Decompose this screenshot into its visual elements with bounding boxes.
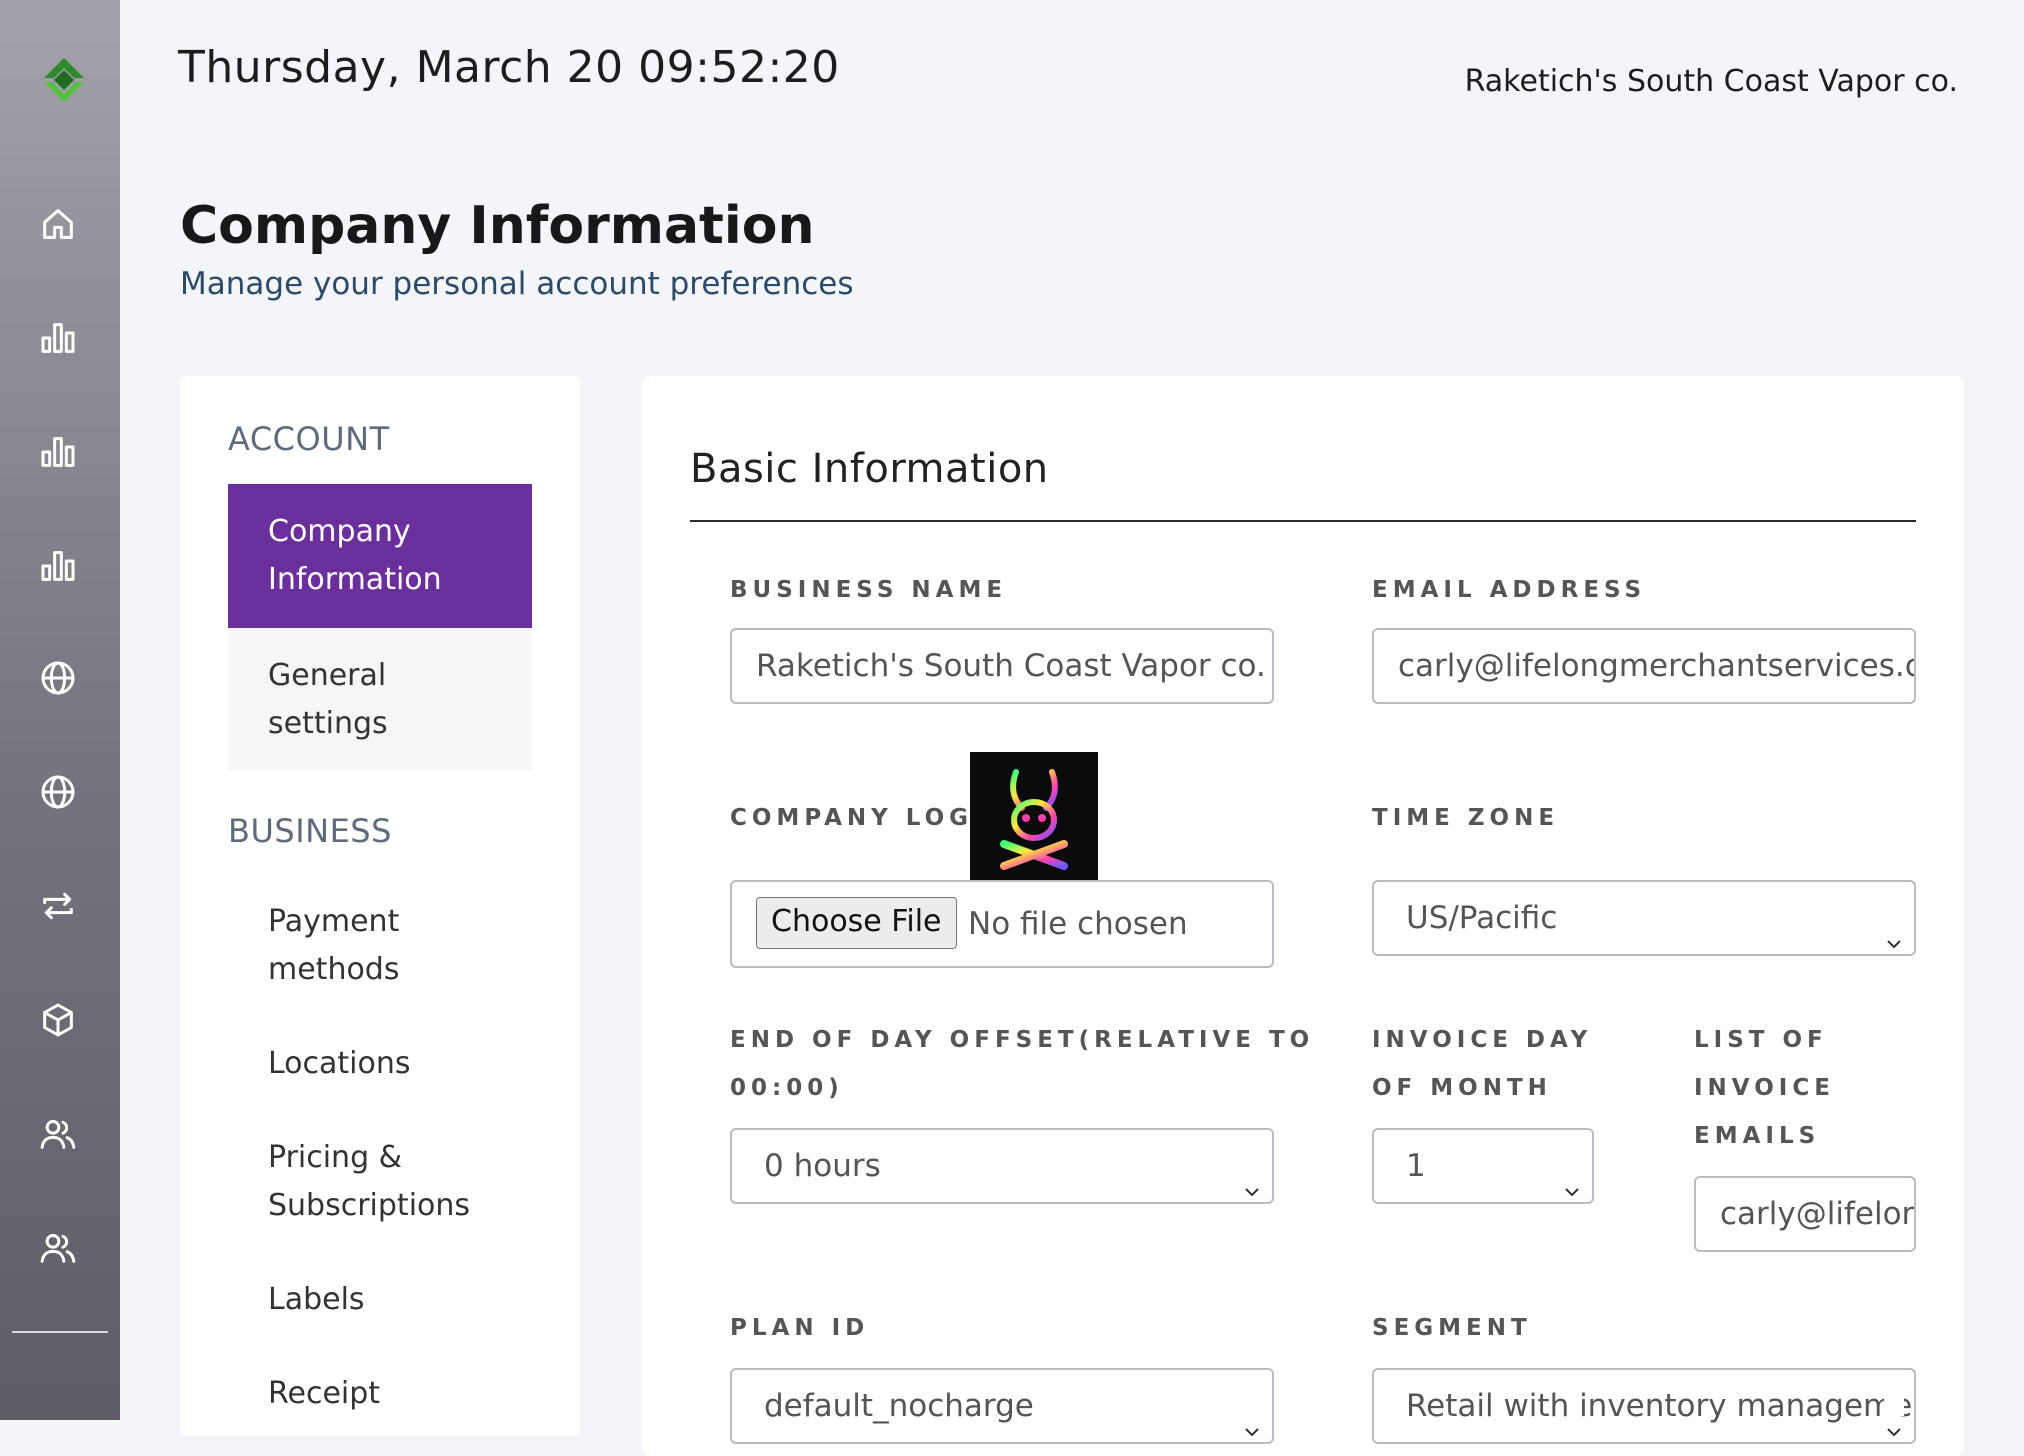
settings-nav: ACCOUNT Company Information General sett… [180,376,580,1436]
time-zone-select[interactable]: US/Pacific [1372,880,1916,956]
globe-icon[interactable] [36,656,80,700]
nav-item-company-information[interactable]: Company Information [228,484,532,628]
nav-item-label: General [268,658,387,693]
email-address-input[interactable]: carly@lifelongmerchantservices.com [1372,628,1916,704]
home-icon[interactable] [36,202,80,246]
end-of-day-offset-label-line: END OF DAY OFFSET(RELATIVE TO [730,1027,1315,1053]
time-zone-label: TIME ZONE [1372,805,1560,831]
chevron-down-icon [1884,1396,1904,1437]
invoice-emails-label-line: LIST OF [1694,1027,1828,1053]
segment-label: SEGMENT [1372,1315,1532,1341]
invoice-day-label: INVOICE DAY OF MONTH [1372,1016,1592,1112]
nav-item-label: Locations [268,1046,411,1081]
app-logo[interactable] [36,56,92,112]
file-status: No file chosen [968,906,1188,942]
page-title: Company Information [180,196,815,256]
bar-chart-icon[interactable] [36,316,80,360]
transfer-icon[interactable] [36,884,80,928]
end-of-day-offset-value: 0 hours [764,1148,881,1184]
nav-item-locations[interactable]: Locations [228,1040,532,1088]
app-sidebar [0,0,120,1420]
chevron-down-icon [1242,1156,1262,1197]
nav-item-label: Payment [268,904,400,939]
nav-item-label: Subscriptions [268,1188,471,1223]
invoice-day-value: 1 [1406,1148,1426,1184]
bar-chart-icon[interactable] [36,430,80,474]
invoice-emails-label-line: INVOICE [1694,1075,1835,1101]
business-heading: BUSINESS [228,812,392,850]
nav-item-receipt[interactable]: Receipt [228,1370,532,1418]
company-logo-image [970,752,1098,880]
bar-chart-icon[interactable] [36,544,80,588]
nav-item-label: Receipt [268,1376,381,1411]
globe-icon[interactable] [36,770,80,814]
page-subtitle: Manage your personal account preferences [180,266,854,302]
choose-file-button[interactable]: Choose File [756,897,957,949]
invoice-emails-label-line: EMAILS [1694,1123,1821,1149]
time-zone-value: US/Pacific [1406,900,1558,936]
account-heading: ACCOUNT [228,420,390,458]
company-logo-file-input[interactable]: Choose File No file chosen [730,880,1274,968]
invoice-emails-label: LIST OF INVOICE EMAILS [1694,1016,1835,1160]
end-of-day-offset-label-line: 00:00) [730,1075,844,1101]
plan-id-label: PLAN ID [730,1315,870,1341]
nav-item-label: Company [268,514,411,549]
card-title: Basic Information [690,446,1049,492]
nav-item-general-settings[interactable]: General settings [228,628,532,770]
invoice-day-label-line: INVOICE DAY [1372,1027,1593,1053]
end-of-day-offset-select[interactable]: 0 hours [730,1128,1274,1204]
company-logo-label: COMPANY LOGO [730,805,998,831]
nav-item-label: Pricing & [268,1140,403,1175]
users-icon[interactable] [36,1226,80,1270]
chevron-down-icon [1242,1396,1262,1437]
nav-item-payment-methods[interactable]: Payment methods [228,898,532,994]
invoice-day-label-line: OF MONTH [1372,1075,1552,1101]
plan-id-value: default_nocharge [764,1388,1034,1424]
chevron-down-icon [1562,1156,1582,1197]
invoice-emails-input[interactable]: carly@lifelongmerchantservices.com [1694,1176,1916,1252]
segment-select[interactable]: Retail with inventory management [1372,1368,1916,1444]
end-of-day-offset-label: END OF DAY OFFSET(RELATIVE TO 00:00) [730,1016,1314,1112]
nav-item-label: settings [268,706,388,741]
nav-item-label: Information [268,562,442,597]
plan-id-select[interactable]: default_nocharge [730,1368,1274,1444]
business-name-input[interactable]: Raketich's South Coast Vapor co. [730,628,1274,704]
chevron-down-icon [1884,908,1904,949]
company-name: Raketich's South Coast Vapor co. [1464,64,1958,99]
business-name-label: BUSINESS NAME [730,577,1008,603]
email-address-label: EMAIL ADDRESS [1372,577,1647,603]
sidebar-divider [12,1331,108,1333]
nav-item-label: methods [268,952,400,987]
segment-value: Retail with inventory management [1406,1388,1916,1424]
card-divider [690,520,1916,522]
users-icon[interactable] [36,1112,80,1156]
box-icon[interactable] [36,998,80,1042]
current-datetime: Thursday, March 20 09:52:20 [178,42,840,93]
nav-item-labels[interactable]: Labels [228,1276,532,1324]
nav-item-label: Labels [268,1282,365,1317]
invoice-day-select[interactable]: 1 [1372,1128,1594,1204]
basic-information-card: Basic Information BUSINESS NAME Raketich… [642,376,1964,1456]
nav-item-pricing-subscriptions[interactable]: Pricing & Subscriptions [228,1134,532,1230]
